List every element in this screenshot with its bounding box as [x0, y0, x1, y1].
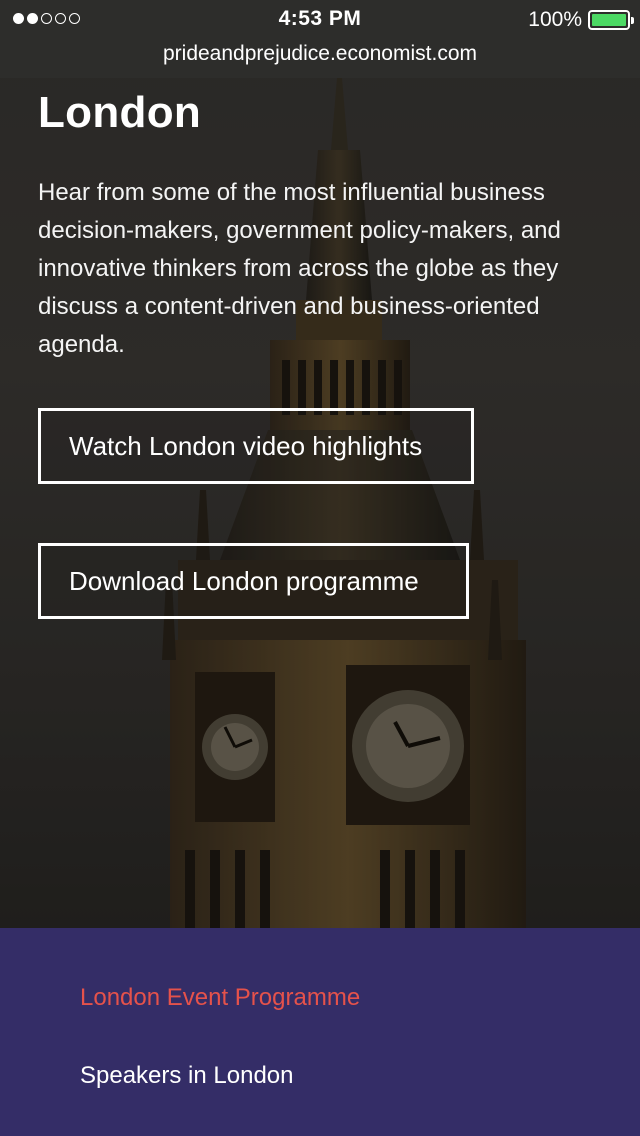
- nav-link-event-programme[interactable]: London Event Programme: [80, 984, 360, 1012]
- footer-navigation: [0, 928, 640, 1136]
- status-bar: 4:53 PM 100%: [0, 0, 640, 40]
- battery-level: [592, 14, 626, 26]
- page-title: London: [38, 88, 202, 137]
- battery-cap: [631, 17, 634, 24]
- battery-icon: [588, 10, 634, 30]
- hero-content: London Hear from some of the most influe…: [38, 88, 608, 364]
- nav-link-speakers[interactable]: Speakers in London: [80, 1062, 294, 1090]
- intro-paragraph: Hear from some of the most influential b…: [38, 179, 561, 358]
- battery-status: 100%: [528, 8, 634, 32]
- download-programme-button[interactable]: Download London programme: [38, 543, 469, 619]
- watch-video-highlights-button[interactable]: Watch London video highlights: [38, 408, 474, 484]
- address-bar[interactable]: prideandprejudice.economist.com: [0, 40, 640, 78]
- battery-percentage: 100%: [528, 8, 582, 31]
